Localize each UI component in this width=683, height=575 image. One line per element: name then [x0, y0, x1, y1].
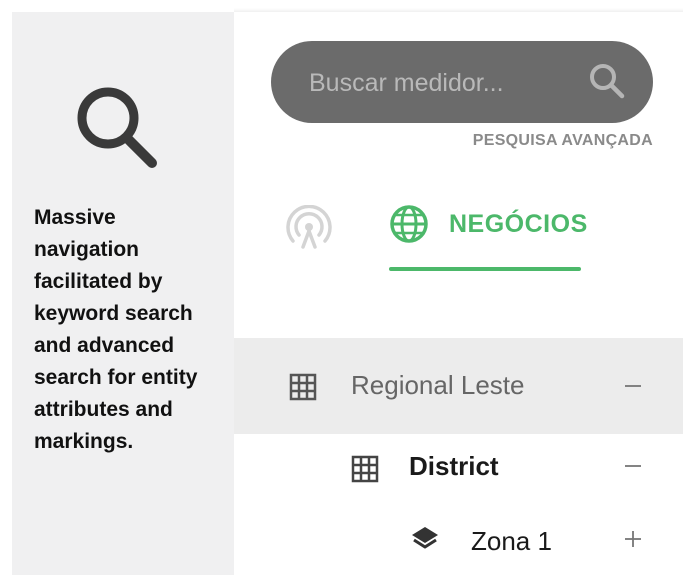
grid-icon: [289, 373, 317, 401]
tree-item-label: District: [409, 451, 499, 481]
grid-icon: [351, 455, 379, 483]
active-tab-indicator: [389, 267, 581, 271]
info-description: Massive navigation facilitated by keywor…: [34, 206, 198, 453]
tree-item-label: Zona 1: [471, 526, 552, 556]
entity-tree: Regional Leste District Zona 1: [234, 338, 683, 575]
tab-negocios[interactable]: NEGÓCIOS: [389, 197, 587, 275]
tree-item-zona-1[interactable]: Zona 1: [234, 510, 683, 575]
tab-antenna[interactable]: [284, 204, 334, 255]
navigation-panel: PESQUISA AVANÇADA N: [234, 8, 683, 575]
tree-item-district[interactable]: District: [234, 434, 683, 510]
magnifier-icon: [77, 87, 157, 168]
info-panel: Massive navigation facilitated by keywor…: [12, 12, 234, 575]
tree-item-label: Regional Leste: [351, 370, 525, 400]
collapse-icon[interactable]: [623, 376, 643, 396]
advanced-search-link[interactable]: PESQUISA AVANÇADA: [473, 132, 653, 150]
search-bar: [271, 41, 653, 123]
tree-item-regional-leste[interactable]: Regional Leste: [234, 338, 683, 434]
expand-icon[interactable]: [623, 529, 643, 549]
collapse-icon[interactable]: [623, 456, 643, 476]
tab-bar: NEGÓCIOS: [234, 197, 683, 287]
globe-icon: [390, 205, 428, 243]
page: Massive navigation facilitated by keywor…: [0, 0, 683, 575]
search-input[interactable]: [309, 65, 579, 101]
panel-shadow: [234, 8, 683, 12]
antenna-signal-icon: [286, 204, 332, 249]
search-icon[interactable]: [587, 61, 627, 101]
tab-negocios-label: NEGÓCIOS: [449, 210, 588, 238]
layers-icon: [412, 527, 438, 549]
